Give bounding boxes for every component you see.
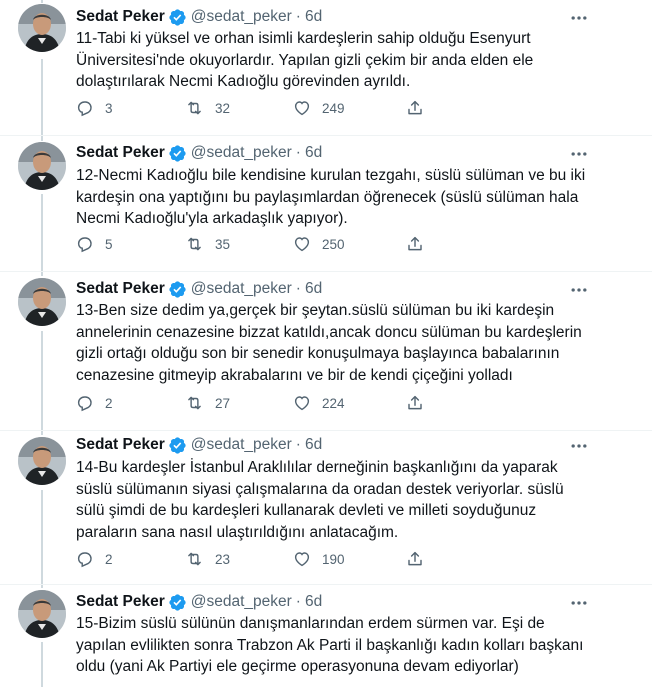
- verified-badge-icon: [168, 8, 187, 27]
- tweet-header: Sedat Peker @sedat_peker · 6d: [76, 6, 322, 28]
- verified-badge-icon: [168, 280, 187, 299]
- reply-icon: [77, 101, 92, 117]
- tweet-text: 12-Necmi Kadıoğlu bile kendisine kurulan…: [76, 167, 586, 227]
- tweet-header: Sedat Peker @sedat_peker · 6d: [76, 591, 322, 613]
- tweet-header: Sedat Peker @sedat_peker · 6d: [76, 278, 322, 300]
- reply-button[interactable]: 2: [76, 394, 113, 412]
- tweet-text: 14-Bu kardeşler İstanbul Araklılılar der…: [76, 459, 564, 541]
- like-count: 190: [322, 551, 345, 567]
- avatar[interactable]: [18, 278, 66, 326]
- reply-button[interactable]: 2: [76, 550, 113, 568]
- tweet-actions: 2 27 224: [76, 392, 516, 414]
- more-dots-icon[interactable]: [568, 7, 590, 29]
- tweet[interactable]: Sedat Peker @sedat_peker · 6d 13-Ben siz…: [0, 272, 652, 431]
- share-button[interactable]: [406, 394, 424, 412]
- like-button[interactable]: 190: [293, 550, 345, 568]
- author-name[interactable]: Sedat Peker: [76, 593, 165, 611]
- like-icon: [294, 552, 310, 567]
- author-name[interactable]: Sedat Peker: [76, 436, 165, 454]
- like-count: 249: [322, 100, 345, 116]
- author-name[interactable]: Sedat Peker: [76, 280, 165, 298]
- like-icon: [294, 237, 310, 252]
- more-dots-icon[interactable]: [568, 143, 590, 165]
- reply-button[interactable]: 5: [76, 235, 113, 253]
- share-button[interactable]: [406, 550, 424, 568]
- retweet-button[interactable]: 27: [185, 394, 230, 412]
- tweet-text: 13-Ben size dedim ya,gerçek bir şeytan.s…: [76, 302, 582, 384]
- reply-count: 3: [105, 100, 113, 116]
- reply-button[interactable]: 3: [76, 99, 113, 117]
- like-count: 250: [322, 236, 345, 252]
- tweet-time[interactable]: 6d: [305, 8, 322, 26]
- tweet-header: Sedat Peker @sedat_peker · 6d: [76, 434, 322, 456]
- more-dots-icon[interactable]: [568, 279, 590, 301]
- tweet-time[interactable]: 6d: [305, 593, 322, 611]
- tweet-actions: 2 23 190: [76, 548, 516, 570]
- author-handle[interactable]: @sedat_peker: [191, 593, 292, 611]
- tweet[interactable]: Sedat Peker @sedat_peker · 6d 15-Bizim s…: [0, 585, 652, 687]
- more-dots-icon[interactable]: [568, 592, 590, 614]
- retweet-icon: [188, 552, 201, 566]
- verified-badge-icon: [168, 436, 187, 455]
- share-icon: [408, 236, 422, 251]
- separator-dot: ·: [295, 593, 301, 610]
- retweet-button[interactable]: 32: [185, 99, 230, 117]
- retweet-count: 35: [215, 236, 231, 252]
- separator-dot: ·: [295, 144, 301, 161]
- retweet-count: 27: [215, 395, 231, 411]
- verified-badge-icon: [168, 593, 187, 612]
- avatar[interactable]: [18, 4, 66, 52]
- share-icon: [408, 395, 422, 410]
- tweet-text: 11-Tabi ki yüksel ve orhan isimli kardeş…: [76, 30, 534, 90]
- retweet-icon: [188, 101, 201, 115]
- author-handle[interactable]: @sedat_peker: [191, 144, 292, 162]
- verified-badge-icon: [168, 144, 187, 163]
- separator-dot: ·: [295, 436, 301, 453]
- reply-icon: [77, 396, 92, 412]
- like-icon: [294, 396, 310, 411]
- separator-dot: ·: [295, 8, 301, 25]
- retweet-count: 23: [215, 551, 231, 567]
- tweet-time[interactable]: 6d: [305, 144, 322, 162]
- reply-icon: [77, 237, 92, 253]
- tweet-time[interactable]: 6d: [305, 280, 322, 298]
- like-button[interactable]: 224: [293, 394, 345, 412]
- tweet[interactable]: Sedat Peker @sedat_peker · 6d 11-Tabi ki…: [0, 0, 652, 136]
- reply-count: 2: [105, 395, 113, 411]
- retweet-button[interactable]: 23: [185, 550, 230, 568]
- share-icon: [408, 551, 422, 566]
- like-icon: [294, 101, 310, 116]
- avatar[interactable]: [18, 142, 66, 190]
- author-handle[interactable]: @sedat_peker: [191, 8, 292, 26]
- author-name[interactable]: Sedat Peker: [76, 144, 165, 162]
- author-name[interactable]: Sedat Peker: [76, 8, 165, 26]
- reply-icon: [77, 552, 92, 568]
- retweet-icon: [188, 237, 201, 251]
- tweet-actions: 3 32 249: [76, 97, 516, 119]
- avatar[interactable]: [18, 590, 66, 638]
- like-count: 224: [322, 395, 345, 411]
- reply-count: 2: [105, 551, 113, 567]
- retweet-count: 32: [215, 100, 231, 116]
- reply-count: 5: [105, 236, 113, 252]
- share-icon: [408, 100, 422, 115]
- tweet-text: 15-Bizim süslü sülünün danışmanlarından …: [76, 615, 584, 675]
- like-button[interactable]: 250: [293, 235, 345, 253]
- author-handle[interactable]: @sedat_peker: [191, 280, 292, 298]
- tweet-actions: 5 35 250: [76, 233, 516, 255]
- like-button[interactable]: 249: [293, 99, 345, 117]
- author-handle[interactable]: @sedat_peker: [191, 436, 292, 454]
- tweet-time[interactable]: 6d: [305, 436, 322, 454]
- share-button[interactable]: [406, 99, 424, 117]
- more-dots-icon[interactable]: [568, 435, 590, 457]
- tweet[interactable]: Sedat Peker @sedat_peker · 6d 12-Necmi K…: [0, 136, 652, 272]
- avatar[interactable]: [18, 437, 66, 485]
- share-button[interactable]: [406, 235, 424, 253]
- retweet-button[interactable]: 35: [185, 235, 230, 253]
- tweet[interactable]: Sedat Peker @sedat_peker · 6d 14-Bu kard…: [0, 431, 652, 585]
- separator-dot: ·: [295, 280, 301, 297]
- tweet-header: Sedat Peker @sedat_peker · 6d: [76, 142, 322, 164]
- tweet-thread: Sedat Peker @sedat_peker · 6d 11-Tabi ki…: [0, 0, 652, 687]
- retweet-icon: [188, 396, 201, 410]
